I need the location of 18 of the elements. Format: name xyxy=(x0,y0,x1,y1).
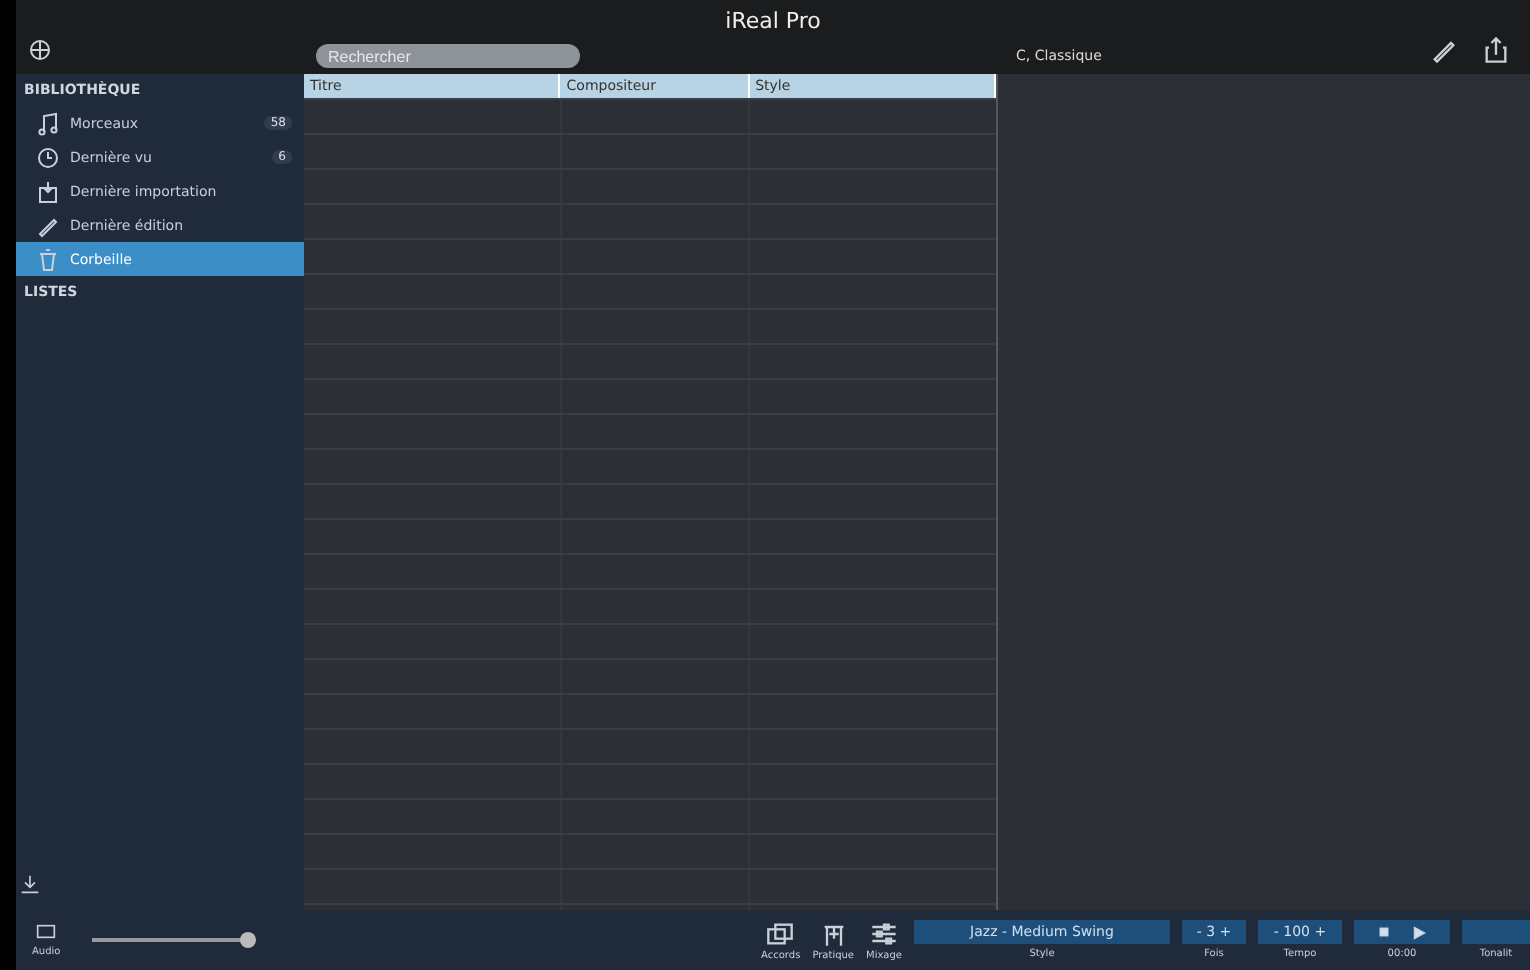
key-selector[interactable] xyxy=(1462,920,1530,944)
globe-icon xyxy=(28,38,52,62)
pencil-icon xyxy=(1430,36,1458,64)
playback-controls[interactable] xyxy=(1354,920,1450,944)
play-icon xyxy=(1411,925,1426,939)
screen-icon xyxy=(34,923,59,943)
tray-icon xyxy=(36,179,60,203)
music-note-icon xyxy=(36,111,60,135)
chords-icon xyxy=(766,919,795,947)
search-field[interactable]: Rechercher xyxy=(316,44,580,68)
download-icon xyxy=(20,874,40,894)
share-icon xyxy=(1482,36,1510,64)
mixer-icon xyxy=(870,919,898,947)
clock-icon xyxy=(36,145,60,169)
pencil-icon xyxy=(36,213,60,237)
stop-icon xyxy=(1378,926,1391,938)
window-title: iReal Pro xyxy=(725,8,821,34)
trash-icon xyxy=(36,247,60,271)
